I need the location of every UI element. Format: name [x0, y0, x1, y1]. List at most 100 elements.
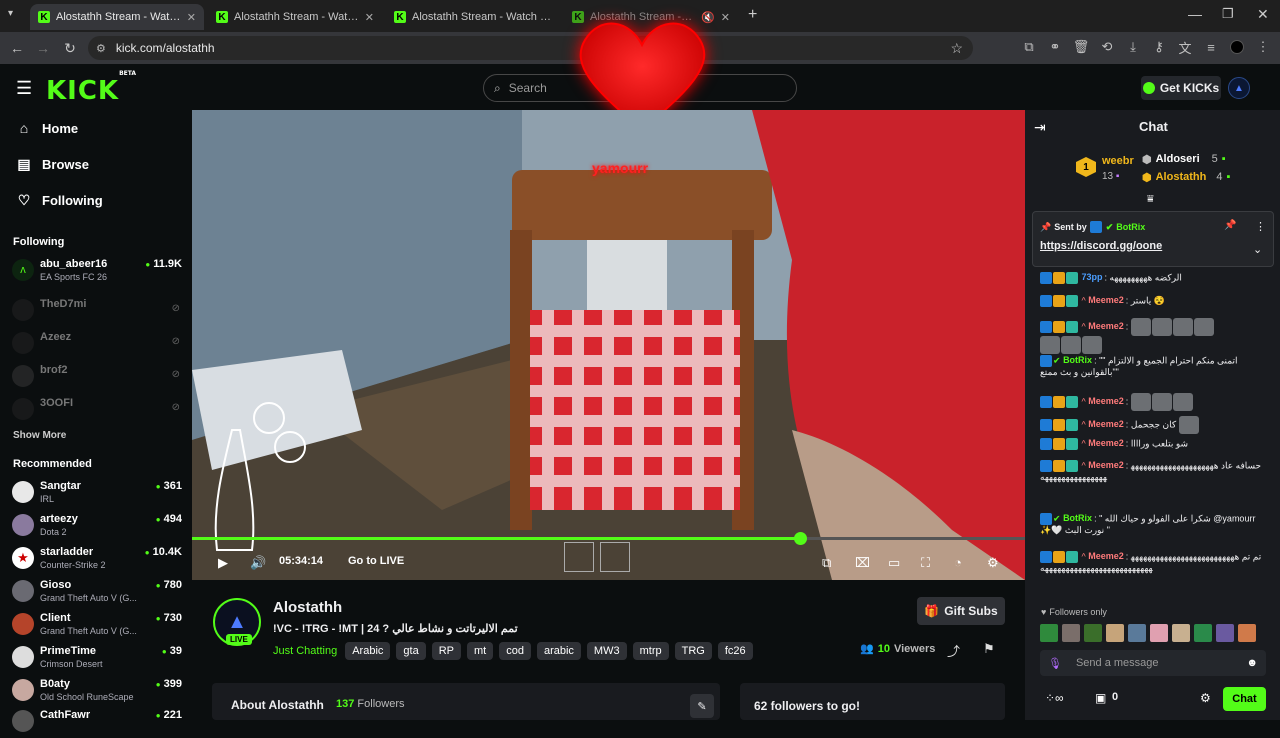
download-icon[interactable]: ⤓ [1124, 36, 1142, 58]
get-kicks-button[interactable]: Get KICKs [1141, 76, 1221, 100]
bookmark-star-icon[interactable]: ☆ [950, 40, 963, 57]
key-icon[interactable]: ⚷ [1150, 36, 1168, 58]
recommended-channel[interactable]: B0aty Old School RuneScape 399 [12, 677, 182, 707]
recommended-channel[interactable]: Client Grand Theft Auto V (G... 730 [12, 611, 182, 641]
link-icon[interactable]: ⚭ [1046, 36, 1064, 58]
stream-tag[interactable]: gta [396, 642, 426, 660]
chat-username[interactable]: 73pp [1082, 272, 1103, 282]
microphone-icon[interactable]: 🎙 [1048, 657, 1062, 670]
play-icon[interactable]: ▶ [218, 555, 228, 571]
recommended-channel[interactable]: PrimeTime Crimson Desert 39 [12, 644, 182, 674]
stream-tag[interactable]: Arabic [345, 642, 391, 660]
kick-logo[interactable]: KICKBETA [46, 70, 136, 106]
recommended-channel[interactable]: CathFawr 221 [12, 708, 182, 738]
reload-icon[interactable]: ↻ [57, 35, 83, 61]
pip-icon[interactable]: ⧉ [822, 555, 831, 571]
profile-avatar-icon[interactable] [1228, 36, 1246, 58]
stream-tag[interactable]: TRG [674, 642, 712, 660]
pinned-menu-icon[interactable]: ⋮ [1255, 220, 1266, 233]
extension-icon[interactable]: ⧉ [1020, 36, 1038, 58]
go-to-live-button[interactable]: Go to LIVE [348, 555, 404, 567]
menu-dots-icon[interactable]: ⋮ [1254, 36, 1272, 58]
send-chat-button[interactable]: Chat [1223, 687, 1266, 711]
video-player[interactable]: yamourr [192, 110, 1025, 580]
stream-category-link[interactable]: Just Chatting [273, 645, 337, 657]
stream-tag[interactable]: mtrp [632, 642, 669, 660]
seek-bar-handle[interactable] [794, 532, 808, 545]
recommended-channel[interactable]: Sangtar IRL 361 [12, 479, 182, 509]
nav-home[interactable]: ⌂ Home [16, 120, 78, 136]
chat-username[interactable]: Meeme2 [1088, 321, 1124, 331]
maximize-icon[interactable]: ❐ [1222, 6, 1234, 22]
following-channel[interactable]: Azeez ⊘ [12, 330, 182, 360]
theater-mode-icon[interactable]: ▭ [888, 555, 900, 571]
share-icon[interactable]: ⤴ [947, 641, 960, 660]
browser-tab-3[interactable]: K Alostathh Stream - Watch Live on Kick [386, 4, 560, 30]
leaderboard-name[interactable]: weebr [1102, 155, 1134, 167]
emoji-icon[interactable]: ☻ [1246, 657, 1258, 669]
following-channel[interactable]: brof2 ⊘ [12, 363, 182, 393]
unpin-icon[interactable]: 📌 [1224, 220, 1236, 231]
leaderboard-entry[interactable]: ⬢ Aldoseri 5 ▪ [1142, 153, 1226, 166]
collapse-chat-icon[interactable]: ⇥ [1034, 119, 1046, 136]
browser-tab-1[interactable]: K Alostathh Stream - Watch Live on Kick … [30, 4, 204, 30]
settings-icon[interactable]: ⚙ [987, 555, 999, 571]
leaderboard-entry[interactable]: ⬢ Alostathh 4 ▪ [1142, 171, 1230, 184]
chat-username[interactable]: Meeme2 [1088, 419, 1124, 429]
close-tab-icon[interactable]: ✕ [365, 11, 374, 24]
trash-icon[interactable]: 🗑 [1072, 36, 1090, 58]
forward-icon[interactable]: → [30, 35, 56, 61]
recommended-channel[interactable]: ★ starladder Counter-Strike 2 10.4K [12, 545, 182, 575]
url-field[interactable]: ⚙ kick.com/alostathh ☆ [88, 36, 973, 60]
recommended-channel[interactable]: Gioso Grand Theft Auto V (G... 780 [12, 578, 182, 608]
back-icon[interactable]: ← [4, 35, 30, 61]
volume-icon[interactable]: 🔊 [250, 555, 266, 571]
history-icon[interactable]: ⟲ [1098, 36, 1116, 58]
gift-subs-button[interactable]: 🎁 Gift Subs [917, 597, 1005, 625]
recommended-channel[interactable]: arteezy Dota 2 494 [12, 512, 182, 542]
speed-icon[interactable]: ◔ [954, 555, 962, 570]
edit-pencil-icon[interactable]: ✎ [690, 694, 714, 718]
report-user-icon[interactable]: ⚑ [983, 641, 995, 657]
expand-chevron-icon[interactable]: ⌄ [1253, 243, 1262, 256]
show-more-link[interactable]: Show More [13, 430, 66, 441]
hamburger-menu-icon[interactable]: ☰ [16, 78, 32, 99]
nav-browse[interactable]: ▤ Browse [16, 156, 89, 173]
chat-username[interactable]: Meeme2 [1088, 438, 1124, 448]
chat-settings-icon[interactable]: ⚙ [1200, 691, 1211, 705]
following-channel[interactable]: TheD7mi ⊘ [12, 297, 182, 327]
site-info-icon[interactable]: ⚙ [96, 42, 106, 55]
chat-username[interactable]: BotRix [1063, 513, 1092, 523]
stream-tag[interactable]: mt [466, 642, 494, 660]
stream-tag[interactable]: arabic [536, 642, 581, 660]
close-window-icon[interactable]: ✕ [1257, 6, 1269, 23]
stream-tag[interactable]: MW3 [586, 642, 627, 660]
seek-bar[interactable] [192, 532, 1025, 545]
stream-tag[interactable]: RP [431, 642, 461, 660]
new-tab-icon[interactable]: + [748, 6, 757, 24]
tab-list-chevron-icon[interactable]: ▾ [8, 8, 13, 19]
clip-icon[interactable]: ⌧ [855, 555, 870, 571]
filter-icon[interactable]: ⩸ [1147, 193, 1154, 206]
user-avatar[interactable]: ▲ [1228, 77, 1250, 99]
minimize-icon[interactable]: — [1188, 6, 1202, 22]
chat-username[interactable]: Meeme2 [1088, 460, 1124, 470]
following-channel[interactable]: ʌ abu_abeer16 EA Sports FC 26 11.9K [12, 257, 182, 287]
stream-tag[interactable]: fc26 [717, 642, 753, 660]
fullscreen-icon[interactable]: ⛶ [921, 555, 930, 571]
chat-username[interactable]: Meeme2 [1088, 551, 1124, 561]
pinned-link[interactable]: https://discord.gg/oone [1040, 240, 1162, 252]
close-tab-icon[interactable]: ✕ [187, 11, 196, 24]
browser-tab-2[interactable]: K Alostathh Stream - Watch Live on Kick … [208, 4, 382, 30]
chat-message-input[interactable]: 🎙 Send a message ☻ [1040, 650, 1266, 676]
stream-tag[interactable]: cod [499, 642, 531, 660]
infinity-icon[interactable]: ⁘∞ [1045, 691, 1064, 705]
chat-username[interactable]: Meeme2 [1088, 396, 1124, 406]
following-channel[interactable]: 3OOFI ⊘ [12, 396, 182, 426]
close-tab-icon[interactable]: ✕ [721, 11, 730, 24]
chat-username[interactable]: Meeme2 [1088, 295, 1124, 305]
nav-following[interactable]: ♡ Following [16, 192, 103, 209]
channel-name[interactable]: Alostathh [273, 599, 342, 616]
media-icon[interactable]: ≡ [1202, 36, 1220, 58]
chat-username[interactable]: BotRix [1063, 355, 1092, 365]
